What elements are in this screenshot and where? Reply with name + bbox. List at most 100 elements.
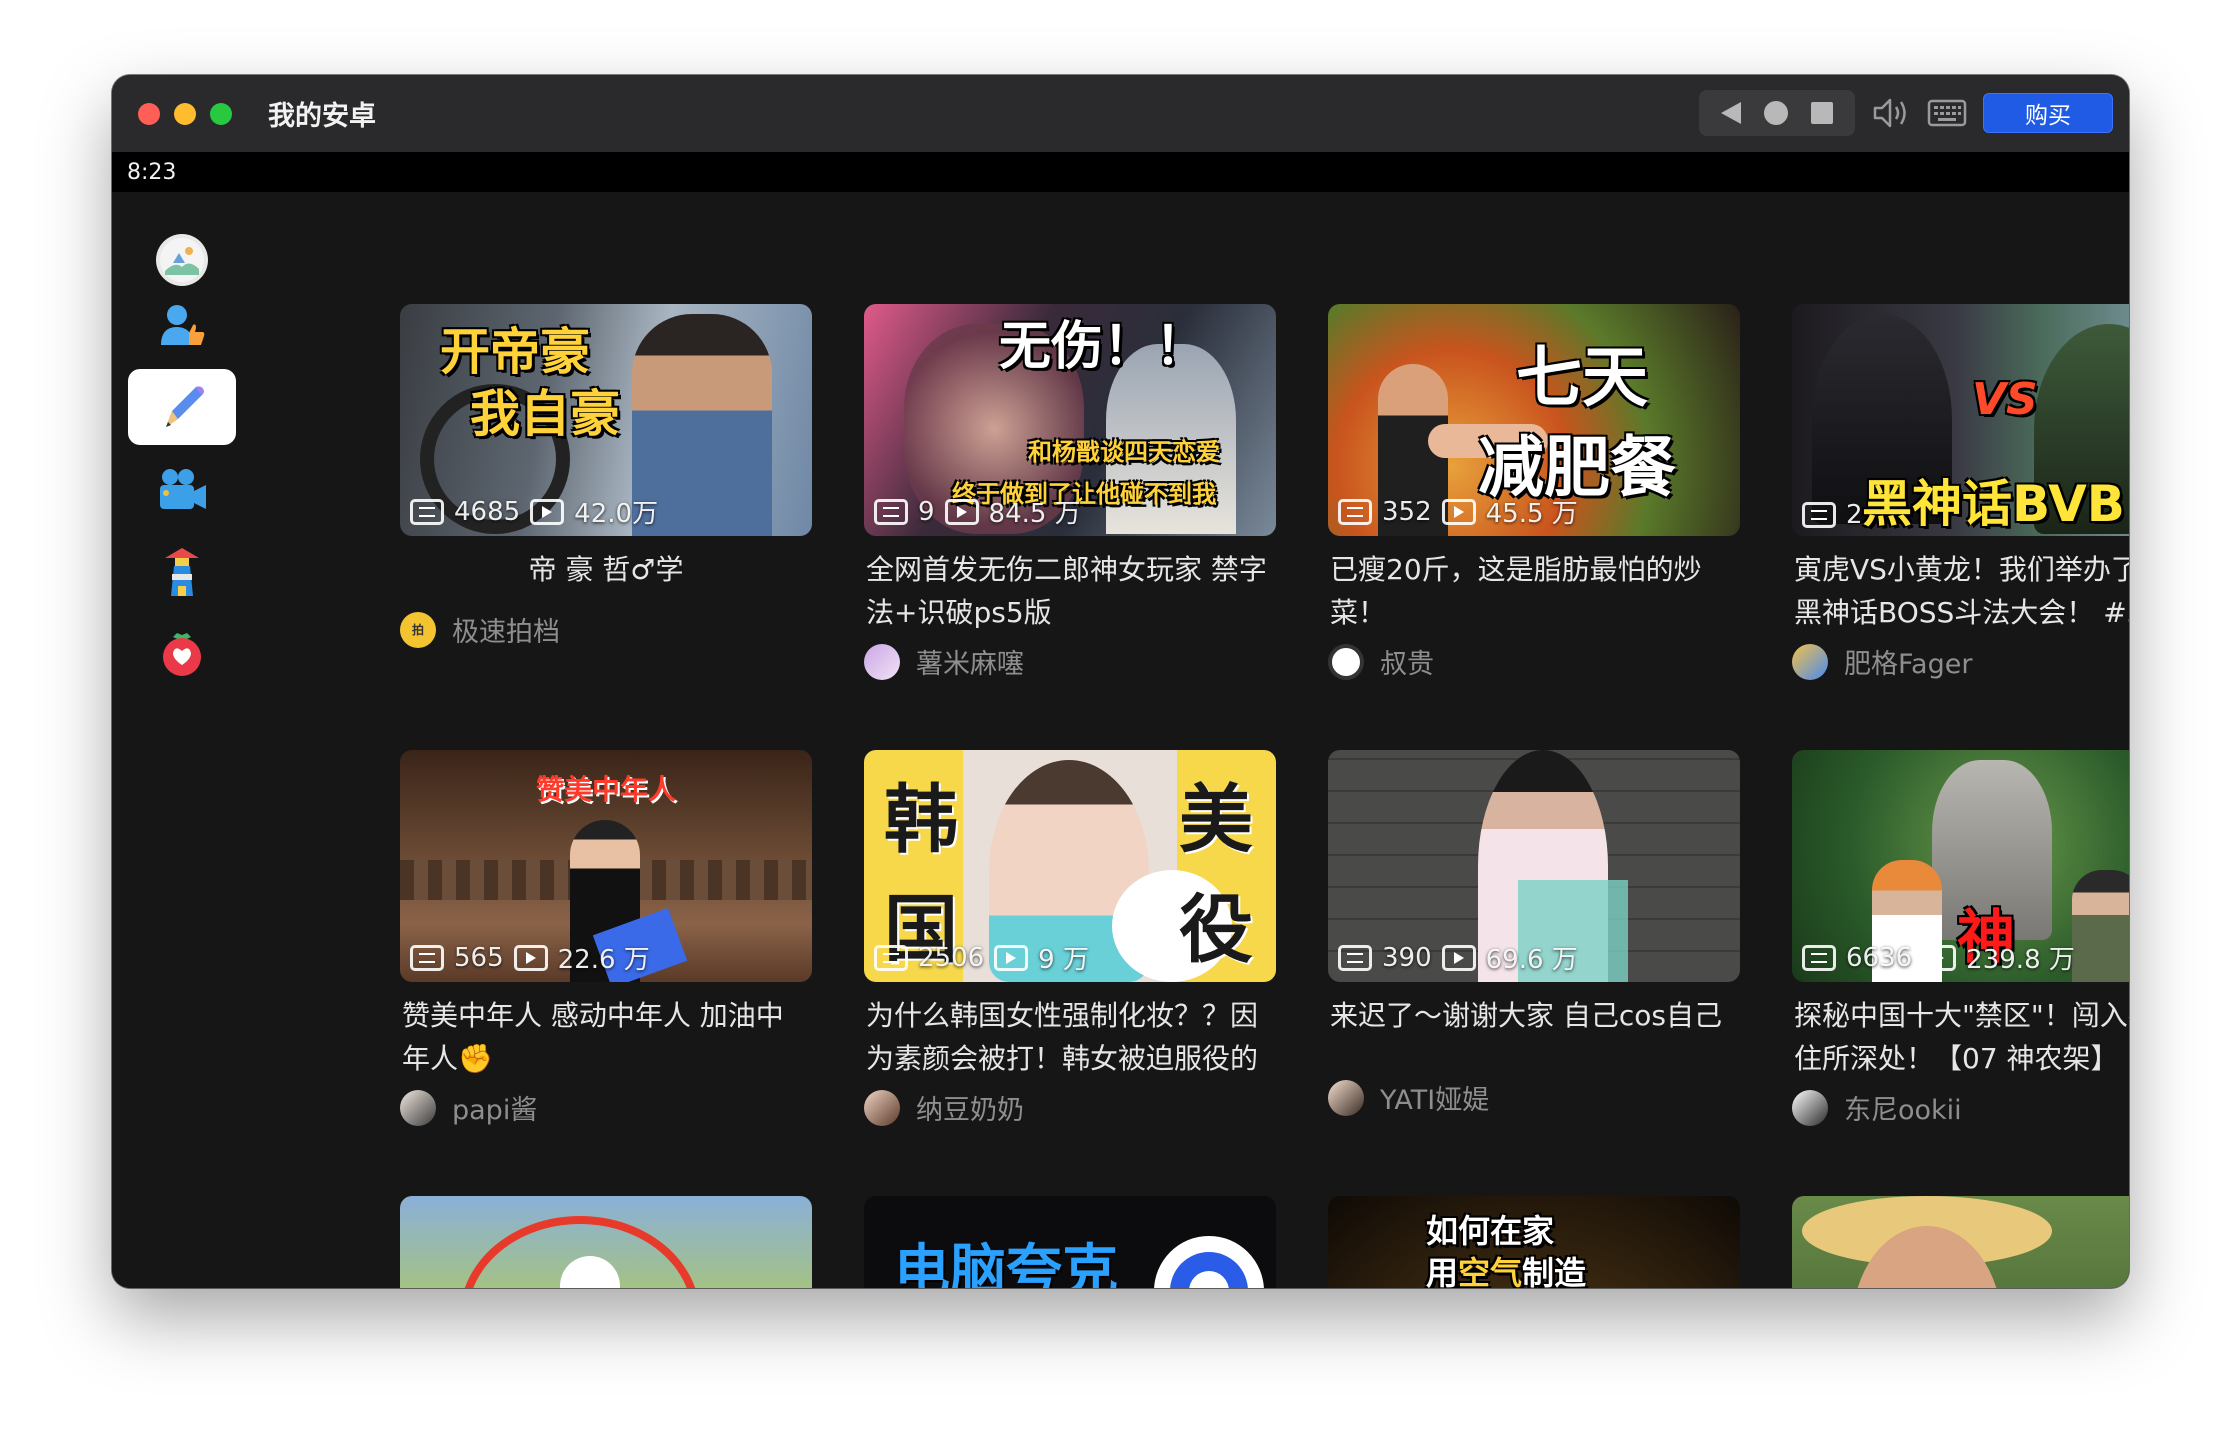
video-author[interactable]: YATI娅媞 [1328, 1078, 1740, 1117]
sidebar-item-avatar[interactable] [128, 222, 236, 298]
video-thumbnail[interactable]: 电脑夸克 有多强 [864, 1196, 1276, 1288]
video-thumbnail[interactable]: VS 黑神话BVB 2 [1792, 304, 2129, 536]
comment-count: 565 [454, 942, 504, 973]
video-thumbnail[interactable]: 赞美中年人 565 22.6 万 [400, 750, 812, 982]
thumbnail-vs: VS [1972, 374, 2038, 425]
avatar [864, 643, 900, 680]
video-author[interactable]: 肥格Fager [1792, 642, 2129, 681]
video-author[interactable]: 叔贵 [1328, 642, 1740, 681]
person-thumbs-up-icon [161, 305, 205, 345]
comment-count: 2506 [918, 942, 985, 973]
thumbnail-caption: 黑神话BVB [1862, 475, 2125, 533]
video-card[interactable]: 三十年 [400, 1196, 812, 1288]
sidebar-item-lighthouse[interactable] [128, 534, 236, 610]
video-card[interactable]: 如何在家 用空气制造 活性干酵母 [1328, 1196, 1740, 1288]
sidebar [112, 192, 267, 1288]
pencil-icon [166, 386, 204, 427]
video-card[interactable]: 焦虑和内耗 [1792, 1196, 2129, 1288]
video-card[interactable]: 无伤！！ 和杨戬谈四天恋爱 终于做到了让他碰不到我 9 84.5 万 全网首发无… [864, 304, 1276, 681]
thumbnail-caption-4: 役 [1179, 887, 1253, 973]
video-title[interactable]: 全网首发无伤二郎神女玩家 禁字法+识破ps5版 [864, 548, 1276, 634]
video-card[interactable]: 韩 国 美 役 2506 9 万 为什么韩国女性强制化妆？？因为素颜会被打！韩女… [864, 750, 1276, 1127]
video-author[interactable]: papi酱 [400, 1088, 812, 1127]
comments-icon [874, 498, 908, 525]
video-stats: 6636 239.8 万 [1802, 939, 2075, 976]
video-author[interactable]: 东尼ookii [1792, 1088, 2129, 1127]
author-name: 薯米麻噻 [916, 649, 1024, 680]
author-name: 东尼ookii [1844, 1095, 1962, 1126]
app-window: 我的安卓 购买 8:23 开帝豪 我自豪 4685 42.0万 帝 豪 哲♂学 … [112, 75, 2129, 1288]
video-author[interactable]: 拍 极速拍档 [400, 610, 812, 649]
buy-button[interactable]: 购买 [1983, 93, 2113, 133]
video-title[interactable]: 赞美中年人 感动中年人 加油中年人✊ [400, 994, 812, 1080]
thumbnail-caption: 韩 [884, 777, 958, 863]
thumbnail-caption: 七天 [1516, 339, 1648, 416]
landscape-avatar-icon [156, 234, 208, 286]
comments-icon [874, 944, 908, 971]
status-bar: 8:23 [112, 152, 2129, 192]
thumbnail-caption-2: 用空气制造 [1426, 1254, 1587, 1288]
video-thumbnail[interactable]: 如何在家 用空气制造 活性干酵母 [1328, 1196, 1740, 1288]
avatar [1792, 643, 1828, 680]
thumbnail-caption-3: 美 [1179, 777, 1253, 863]
thumbnail-caption-2: 和杨戬谈四天恋爱 [1028, 438, 1220, 466]
view-count: 239.8 万 [1966, 945, 2075, 975]
video-title[interactable]: 来迟了～谢谢大家 自己cos自己 [1328, 994, 1740, 1070]
video-thumbnail[interactable]: 韩 国 美 役 2506 9 万 [864, 750, 1276, 982]
avatar [400, 1089, 436, 1126]
view-count: 84.5 万 [988, 499, 1081, 529]
video-thumbnail[interactable]: 开帝豪 我自豪 4685 42.0万 [400, 304, 812, 536]
window-title: 我的安卓 [268, 101, 376, 132]
lighthouse-icon [165, 548, 199, 596]
back-triangle-icon[interactable] [1720, 102, 1741, 124]
video-title[interactable]: 帝 豪 哲♂学 [400, 548, 812, 602]
close-button[interactable] [138, 102, 160, 125]
video-card[interactable]: VS 黑神话BVB 2 寅虎VS小黄龙！我们举办了一场黑神话BOSS斗法大会！ … [1792, 304, 2129, 681]
sidebar-item-video[interactable] [128, 452, 236, 528]
author-name: 极速拍档 [452, 617, 560, 648]
video-thumbnail[interactable]: 无伤！！ 和杨戬谈四天恋爱 终于做到了让他碰不到我 9 84.5 万 [864, 304, 1276, 536]
thumbnail-caption: 赞美中年人 [536, 773, 677, 806]
video-stats: 390 69.6 万 [1338, 939, 1578, 976]
video-card[interactable]: 电脑夸克 有多强 [864, 1196, 1276, 1288]
video-thumbnail[interactable]: 390 69.6 万 [1328, 750, 1740, 982]
video-card[interactable]: 七天 减肥餐 352 45.5 万 已瘦20斤，这是脂肪最怕的炒菜！ 叔贵 [1328, 304, 1740, 681]
video-thumbnail[interactable]: 三十年 [400, 1196, 812, 1288]
quark-logo-icon [1154, 1236, 1264, 1288]
thumbnail-caption: 电脑夸克 [894, 1239, 1118, 1288]
video-card[interactable]: 赞美中年人 565 22.6 万 赞美中年人 感动中年人 加油中年人✊ papi… [400, 750, 812, 1127]
video-thumbnail[interactable]: 神 6636 239.8 万 [1792, 750, 2129, 982]
sidebar-item-strawberry[interactable] [128, 614, 236, 690]
video-stats: 2 [1802, 500, 1863, 530]
video-author[interactable]: 薯米麻噻 [864, 642, 1276, 681]
home-circle-icon[interactable] [1763, 101, 1788, 125]
video-author[interactable]: 纳豆奶奶 [864, 1088, 1276, 1127]
video-card[interactable]: 开帝豪 我自豪 4685 42.0万 帝 豪 哲♂学 拍 极速拍档 [400, 304, 812, 649]
video-feed: 开帝豪 我自豪 4685 42.0万 帝 豪 哲♂学 拍 极速拍档 无伤！！ 和… [267, 192, 2129, 1288]
video-card[interactable]: 神 6636 239.8 万 探秘中国十大"禁区"！闯入神的住所深处！【07 神… [1792, 750, 2129, 1127]
comment-count: 6636 [1846, 942, 1913, 973]
toolbar-right: 购买 [1699, 90, 2113, 136]
comments-icon [1338, 944, 1372, 971]
keyboard-icon[interactable] [1927, 93, 1967, 133]
video-title[interactable]: 为什么韩国女性强制化妆？？因为素颜会被打！韩女被迫服役的 [864, 994, 1276, 1080]
thumbnail-caption: 如何在家 [1426, 1212, 1555, 1250]
view-count: 42.0万 [574, 499, 659, 529]
recents-square-icon[interactable] [1811, 102, 1834, 124]
video-title[interactable]: 寅虎VS小黄龙！我们举办了一场黑神话BOSS斗法大会！ #3 [1792, 548, 2129, 634]
sidebar-item-pencil[interactable] [128, 369, 236, 445]
video-title[interactable]: 探秘中国十大"禁区"！闯入神的住所深处！【07 神农架】 [1792, 994, 2129, 1080]
minimize-button[interactable] [174, 102, 196, 125]
video-title[interactable]: 已瘦20斤，这是脂肪最怕的炒菜！ [1328, 548, 1740, 634]
video-card[interactable]: 390 69.6 万 来迟了～谢谢大家 自己cos自己 YATI娅媞 [1328, 750, 1740, 1117]
zoom-button[interactable] [210, 102, 232, 125]
video-thumbnail[interactable]: 焦虑和内耗 [1792, 1196, 2129, 1288]
author-name: 纳豆奶奶 [916, 1095, 1024, 1126]
author-name: 肥格Fager [1844, 649, 1973, 680]
sidebar-item-contacts[interactable] [128, 288, 236, 364]
thumbnail-caption-2: 我自豪 [470, 385, 620, 443]
video-thumbnail[interactable]: 七天 减肥餐 352 45.5 万 [1328, 304, 1740, 536]
volume-icon[interactable] [1871, 93, 1911, 133]
views-play-icon [513, 944, 548, 971]
views-play-icon [944, 498, 979, 525]
